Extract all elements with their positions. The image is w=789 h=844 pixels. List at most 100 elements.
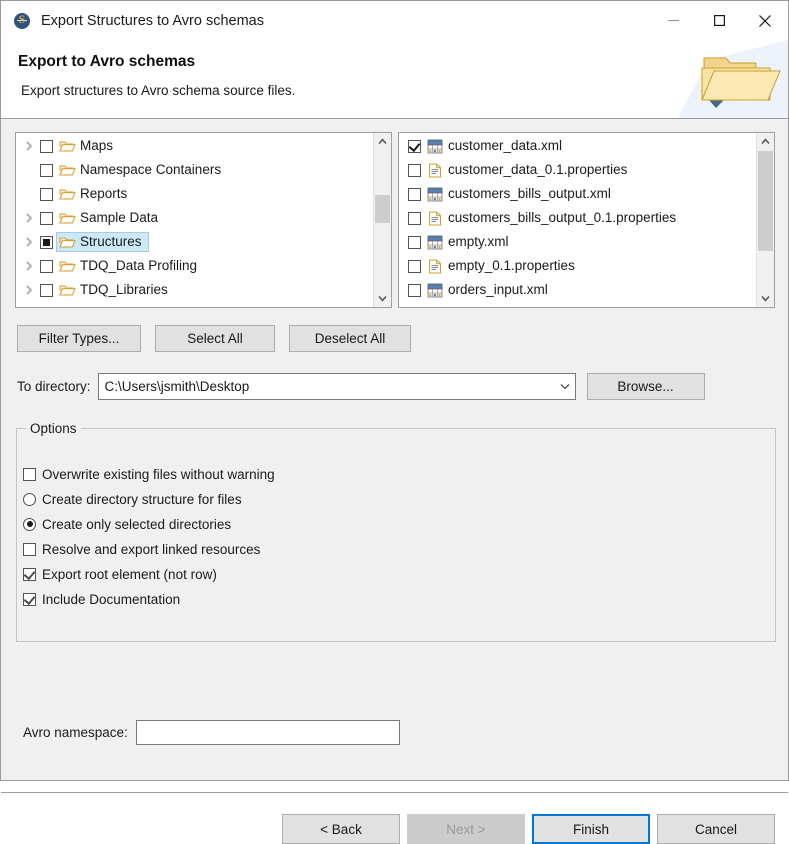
tree-row[interactable]: Maps — [16, 134, 373, 158]
tree-row-checkbox[interactable] — [40, 187, 53, 201]
radio-button[interactable] — [23, 517, 36, 531]
tree-row[interactable]: Reports — [16, 182, 373, 206]
close-icon[interactable] — [742, 1, 788, 40]
tree-row-checkbox[interactable] — [40, 283, 53, 297]
list-item[interactable]: empty.xml — [399, 230, 756, 254]
radio-button[interactable] — [23, 492, 36, 506]
tree-vertical-scrollbar[interactable] — [373, 133, 391, 307]
file-label: empty_0.1.properties — [448, 258, 575, 273]
to-directory-label: To directory: — [17, 378, 91, 394]
option-label: Create directory structure for files — [42, 491, 242, 507]
tree-row-checkbox[interactable] — [40, 235, 53, 249]
tree-row-label: businessProcess — [80, 306, 185, 307]
file-checkbox[interactable] — [408, 283, 421, 297]
file-checkbox[interactable] — [408, 235, 421, 249]
deselect-all-button[interactable]: Deselect All — [289, 325, 411, 352]
tree-row-label: Structures — [80, 234, 142, 249]
window-title: Export Structures to Avro schemas — [41, 12, 264, 29]
tree-row-checkbox[interactable] — [40, 211, 53, 225]
file-checkbox[interactable] — [408, 187, 421, 201]
file-checkbox[interactable] — [408, 139, 421, 153]
scroll-down-icon[interactable] — [757, 290, 774, 307]
files-scrollbar-thumb[interactable] — [758, 151, 773, 251]
checkbox-box[interactable] — [23, 592, 36, 606]
avro-namespace-input[interactable] — [135, 720, 400, 745]
export-root-element-checkbox[interactable]: Export root element (not row) — [23, 564, 217, 584]
overwrite-existing-files-checkbox[interactable]: Overwrite existing files without warning — [23, 464, 275, 484]
resolve-linked-resources-checkbox[interactable]: Resolve and export linked resources — [23, 539, 260, 559]
scroll-up-icon[interactable] — [374, 133, 391, 150]
select-all-button[interactable]: Select All — [155, 325, 275, 352]
file-label: orders_input.xml — [448, 282, 548, 297]
maximize-icon[interactable] — [696, 1, 742, 40]
chevron-right-icon[interactable] — [18, 206, 40, 230]
xml-structure-icon — [426, 282, 444, 298]
xml-structure-icon — [426, 186, 444, 202]
list-item[interactable]: customers_bills_output.xml — [399, 182, 756, 206]
folder-icon — [58, 306, 76, 307]
tree-row-checkbox[interactable] — [40, 259, 53, 273]
create-only-selected-directories-radio[interactable]: Create only selected directories — [23, 514, 231, 534]
filter-types-button[interactable]: Filter Types... — [17, 325, 141, 352]
chevron-right-icon[interactable] — [18, 254, 40, 278]
tree-row[interactable]: businessProcess — [16, 302, 373, 307]
minimize-icon[interactable] — [650, 1, 696, 40]
chevron-right-icon[interactable] — [18, 134, 40, 158]
folder-icon — [58, 186, 76, 202]
create-directory-structure-radio[interactable]: Create directory structure for files — [23, 489, 242, 509]
properties-file-icon — [426, 258, 444, 274]
checkbox-box[interactable] — [23, 567, 36, 581]
include-documentation-checkbox[interactable]: Include Documentation — [23, 589, 180, 609]
twisty-spacer — [18, 182, 40, 206]
tree-row-checkbox[interactable] — [40, 163, 53, 177]
scroll-down-icon[interactable] — [374, 290, 391, 307]
tree-row-label: Namespace Containers — [80, 162, 222, 177]
chevron-right-icon[interactable] — [18, 230, 40, 254]
chevron-right-icon[interactable] — [18, 278, 40, 302]
browse-button[interactable]: Browse... — [586, 372, 705, 400]
checkbox-box[interactable] — [23, 467, 36, 481]
tree-row[interactable]: TDQ_Data Profiling — [16, 254, 373, 278]
finish-button[interactable]: Finish — [532, 814, 650, 844]
wizard-buttons: < Back Next > Finish Cancel — [282, 814, 775, 844]
folder-icon — [58, 210, 76, 226]
option-label: Export root element (not row) — [42, 566, 217, 582]
files-list[interactable]: customer_data.xml customer_data_0.1.prop… — [399, 133, 756, 307]
file-checkbox[interactable] — [408, 163, 421, 177]
file-checkbox[interactable] — [408, 211, 421, 225]
next-button: Next > — [407, 814, 525, 844]
tree-row[interactable]: Sample Data — [16, 206, 373, 230]
options-group — [16, 428, 776, 642]
chevron-down-icon[interactable] — [555, 374, 575, 399]
checkbox-box[interactable] — [23, 542, 36, 556]
scroll-up-icon[interactable] — [757, 133, 774, 150]
properties-file-icon — [426, 210, 444, 226]
xml-structure-icon — [426, 234, 444, 250]
cancel-button[interactable]: Cancel — [657, 814, 775, 844]
file-label: customer_data.xml — [448, 138, 563, 153]
structures-tree-pane: Maps Namespace Containers Reports Sample… — [15, 132, 392, 308]
list-item[interactable]: orders_input.xml — [399, 278, 756, 302]
list-item[interactable]: customer_data.xml — [399, 134, 756, 158]
to-directory-combo[interactable]: C:\Users\jsmith\Desktop — [97, 372, 576, 400]
tree-scrollbar-thumb[interactable] — [375, 195, 390, 223]
list-item[interactable]: customer_data_0.1.properties — [399, 158, 756, 182]
list-item[interactable]: empty_0.1.properties — [399, 254, 756, 278]
list-item[interactable]: customers_bills_output_0.1.properties — [399, 206, 756, 230]
back-button[interactable]: < Back — [282, 814, 400, 844]
file-checkbox[interactable] — [408, 259, 421, 273]
tree-row[interactable]: TDQ_Libraries — [16, 278, 373, 302]
to-directory-row: To directory: C:\Users\jsmith\Desktop Br… — [17, 372, 774, 400]
files-vertical-scrollbar[interactable] — [756, 133, 774, 307]
file-label: customer_data_0.1.properties — [448, 162, 628, 177]
tree-row-label: TDQ_Libraries — [80, 282, 168, 297]
file-label: customers_bills_output.xml — [448, 186, 611, 201]
window-controls — [650, 1, 788, 40]
tree-row-checkbox[interactable] — [40, 139, 53, 153]
to-directory-input[interactable]: C:\Users\jsmith\Desktop — [99, 379, 555, 394]
option-label: Overwrite existing files without warning — [42, 466, 275, 482]
tree-row[interactable]: Namespace Containers — [16, 158, 373, 182]
tree-row-label: TDQ_Data Profiling — [80, 258, 198, 273]
tree-row-structures[interactable]: Structures — [16, 230, 373, 254]
structures-tree[interactable]: Maps Namespace Containers Reports Sample… — [16, 133, 373, 307]
